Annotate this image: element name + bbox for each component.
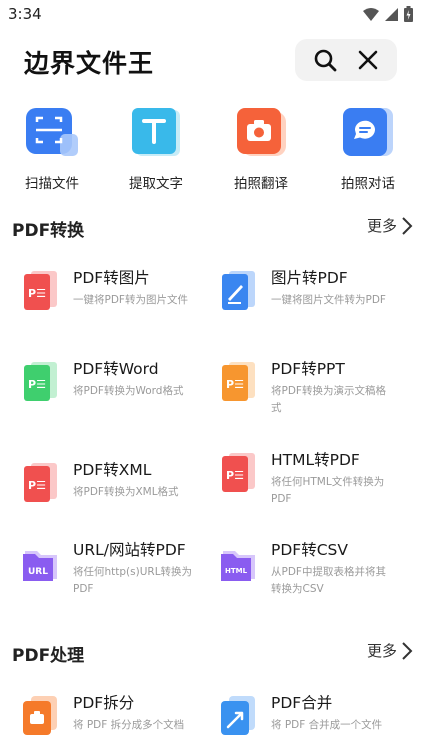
pdf-to-csv-icon: HTML [221,551,255,581]
svg-text:P☰: P☰ [28,287,46,300]
quick-action-photo-translate[interactable]: 拍照翻译 [221,104,301,192]
more-label: 更多 [366,217,397,235]
tool-pdf-to-word[interactable]: P☰ PDF转Word 将PDF转换为Word格式 [21,357,221,437]
quick-action-scan[interactable]: 扫描文件 [12,104,92,192]
tool-title: 图片转PDF [271,269,348,287]
scan-icon [24,104,80,160]
close-icon[interactable] [356,48,380,72]
status-icons [363,6,413,22]
tool-title: HTML转PDF [271,451,360,469]
tool-pdf-split[interactable]: PDF拆分 将 PDF 拆分成多个文档 [21,691,221,748]
quick-actions: 扫描文件 提取文字 拍照翻译 拍照对话 [0,104,421,194]
svg-text:P☰: P☰ [28,479,46,492]
tool-pdf-to-ppt[interactable]: P☰ PDF转PPT 将PDF转换为演示文稿格式 [219,357,419,437]
tool-html-to-pdf[interactable]: P☰ HTML转PDF 将任何HTML文件转换为PDF [219,448,419,528]
tool-description: 一键将PDF转为图片文件 [73,294,188,306]
svg-text:P☰: P☰ [226,378,244,391]
more-link-process[interactable]: 更多 [367,640,413,661]
tool-pdf-to-csv[interactable]: HTML PDF转CSV 从PDF中提取表格并将其转换为CSV [219,538,419,618]
pdf-to-word-icon: P☰ [24,362,57,401]
quick-action-label: 扫描文件 [25,176,79,192]
tool-title: PDF转Word [73,360,159,378]
tool-title: PDF转图片 [73,269,150,287]
pdf-to-ppt-icon: P☰ [222,362,255,401]
header-actions [295,39,397,81]
quick-action-label: 拍照对话 [341,176,395,192]
pdf-merge-icon [221,696,255,735]
section-title: PDF处理 [12,646,85,666]
status-time: 3:34 [8,5,42,23]
status-bar: 3:34 [0,0,421,30]
tool-description: 一键将图片文件转为PDF [271,294,386,306]
chevron-right-icon [402,641,413,660]
image-to-pdf-icon [222,271,255,310]
svg-text:P☰: P☰ [28,378,46,391]
chevron-right-icon [402,216,413,235]
section-header-process: PDF处理 更多 [0,638,421,668]
tool-pdf-to-image[interactable]: P☰ PDF转图片 一键将PDF转为图片文件 [21,266,221,346]
pdf-to-image-icon: P☰ [24,271,57,310]
tool-title: PDF合并 [271,694,333,712]
section-title: PDF转换 [12,221,85,241]
tool-description: 将PDF转换为Word格式 [73,385,184,397]
pdf-split-icon [23,696,57,735]
html-to-pdf-icon: P☰ [222,453,255,492]
tool-description: 从PDF中提取表格并将其转换为CSV [271,566,386,595]
quick-action-label: 提取文字 [129,176,183,192]
tool-title: PDF转CSV [271,541,348,559]
tool-title: URL/网站转PDF [73,541,186,559]
tool-description: 将任何http(s)URL转换为PDF [73,566,193,595]
svg-text:HTML: HTML [225,567,248,575]
tool-image-to-pdf[interactable]: 图片转PDF 一键将图片文件转为PDF [219,266,419,346]
tool-title: PDF拆分 [73,694,135,712]
search-icon[interactable] [313,48,337,72]
tool-title: PDF转XML [73,461,152,479]
tool-url-to-pdf[interactable]: URL URL/网站转PDF 将任何http(s)URL转换为PDF [21,538,221,618]
url-to-pdf-icon: URL [23,551,57,581]
tool-description: 将 PDF 拆分成多个文档 [73,719,185,731]
tool-description: 将 PDF 合并成一个文件 [271,719,383,731]
more-link-convert[interactable]: 更多 [367,215,413,236]
quick-action-extract-text[interactable]: 提取文字 [116,104,196,192]
tool-pdf-to-xml[interactable]: P☰ PDF转XML 将PDF转换为XML格式 [21,458,221,538]
app-header: 边界文件王 [0,38,421,84]
svg-text:URL: URL [28,567,48,577]
tool-pdf-merge[interactable]: PDF合并 将 PDF 合并成一个文件 [219,691,419,748]
wifi-icon [363,7,379,21]
text-extract-icon [128,104,184,160]
chat-icon [340,104,396,160]
quick-action-photo-chat[interactable]: 拍照对话 [328,104,408,192]
tool-description: 将PDF转换为演示文稿格式 [271,385,386,414]
signal-icon [385,7,398,21]
pdf-to-xml-icon: P☰ [24,463,57,502]
tool-title: PDF转PPT [271,360,345,378]
tool-description: 将PDF转换为XML格式 [73,486,179,498]
tool-description: 将任何HTML文件转换为PDF [271,476,385,505]
quick-action-label: 拍照翻译 [234,176,288,192]
svg-text:P☰: P☰ [226,469,244,482]
camera-icon [233,104,289,160]
section-header-convert: PDF转换 更多 [0,213,421,243]
battery-icon [404,6,413,22]
app-title: 边界文件王 [24,49,155,78]
more-label: 更多 [366,642,397,660]
